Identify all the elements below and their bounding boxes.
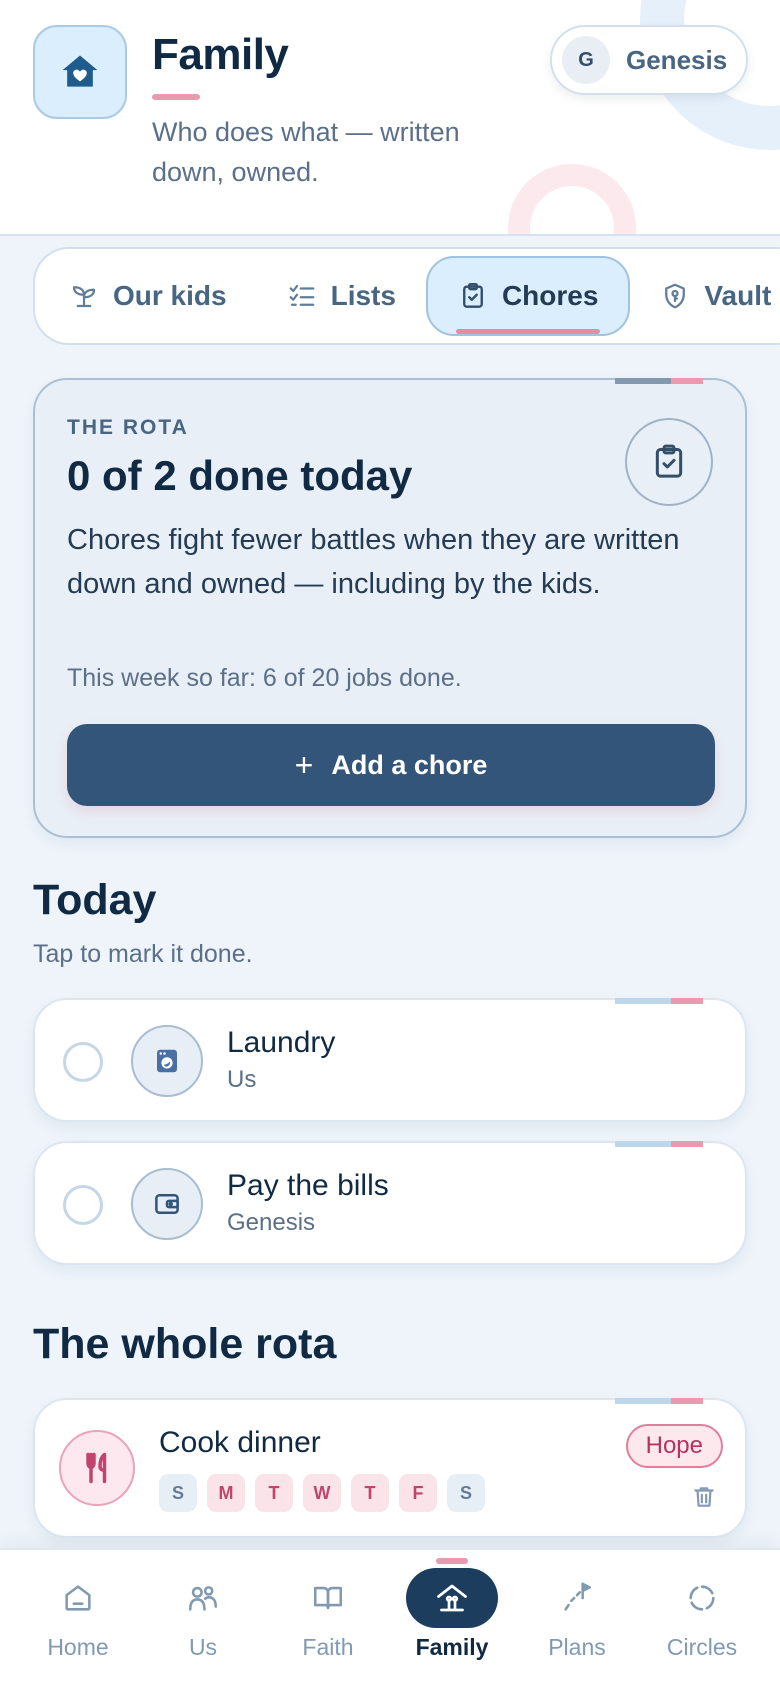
nav-active-indicator <box>406 1558 498 1628</box>
page-title: Family <box>152 30 289 79</box>
trash-icon[interactable] <box>691 1484 717 1510</box>
section-tabs: Our kids Lists Chores Vault <box>33 247 780 345</box>
tab-label: Vault <box>704 280 772 311</box>
nav-item-plans[interactable]: Plans <box>517 1568 637 1680</box>
title-underline <box>152 94 200 100</box>
nav-label: Plans <box>548 1634 606 1660</box>
sprout-icon <box>69 281 99 311</box>
plus-icon: + <box>294 746 314 783</box>
card-accent-bar <box>615 1398 703 1404</box>
page-subtitle: Who does what — written down, owned. <box>152 117 460 187</box>
wallet-icon <box>131 1168 203 1240</box>
tab-our-kids[interactable]: Our kids <box>39 256 257 336</box>
washing-machine-icon <box>131 1025 203 1097</box>
people-icon <box>186 1568 220 1628</box>
owner-badge: Hope <box>625 1424 723 1468</box>
nav-label: Faith <box>302 1634 354 1660</box>
weekday-chip-friday: F <box>399 1474 437 1512</box>
tab-chores[interactable]: Chores <box>425 256 631 336</box>
user-profile-button[interactable]: G Genesis <box>550 25 748 95</box>
nav-item-circles[interactable]: Circles <box>642 1568 762 1680</box>
add-chore-label: Add a chore <box>331 749 488 780</box>
circle-dots-icon <box>685 1568 719 1628</box>
chore-owner: Genesis <box>227 1209 316 1236</box>
whole-rota-section-title: The whole rota <box>33 1320 337 1368</box>
weekday-schedule: S M T W T F S <box>159 1474 485 1512</box>
weekday-chip-tuesday: T <box>255 1474 293 1512</box>
tab-label: Our kids <box>113 280 227 311</box>
card-accent-bar <box>615 1141 703 1147</box>
rota-chore-name: Cook dinner <box>159 1426 321 1459</box>
tab-lists[interactable]: Lists <box>257 256 426 336</box>
avatar: G <box>562 36 610 84</box>
today-section-title: Today <box>33 876 157 924</box>
weekday-chip-saturday: S <box>447 1474 485 1512</box>
nav-label: Circles <box>666 1634 738 1660</box>
weekday-chip-monday: M <box>207 1474 245 1512</box>
nav-label: Family <box>415 1634 489 1660</box>
user-name: Genesis <box>626 44 728 75</box>
chore-name: Pay the bills <box>227 1169 389 1202</box>
tab-label: Lists <box>330 280 396 311</box>
nav-item-home[interactable]: Home <box>18 1568 138 1680</box>
today-chore-item[interactable]: Pay the bills Genesis <box>33 1141 747 1265</box>
family-logo-tile <box>33 25 127 119</box>
flag-path-icon <box>560 1568 594 1628</box>
nav-item-faith[interactable]: Faith <box>268 1568 388 1680</box>
app-header: Family Who does what — written down, own… <box>0 0 780 236</box>
nav-label: Home <box>47 1634 109 1660</box>
family-home-icon <box>406 1558 498 1628</box>
chore-owner: Us <box>227 1066 257 1093</box>
add-chore-button[interactable]: + Add a chore <box>67 724 715 806</box>
clipboard-check-icon <box>625 418 713 506</box>
tab-vault[interactable]: Vault <box>630 256 780 336</box>
checklist-icon <box>287 281 317 311</box>
today-section-subtitle: Tap to mark it done. <box>33 940 253 968</box>
mark-done-checkbox[interactable] <box>63 1042 103 1082</box>
open-book-icon <box>311 1568 345 1628</box>
fork-knife-icon <box>59 1430 135 1506</box>
shield-key-icon <box>660 281 690 311</box>
card-accent-bar <box>615 378 703 384</box>
nav-label: Us <box>188 1634 218 1660</box>
decorative-ring <box>508 164 636 234</box>
rota-description: Chores fight fewer battles when they are… <box>67 524 680 600</box>
rota-list-item[interactable]: Cook dinner S M T W T F S Hope <box>33 1398 747 1538</box>
nav-item-us[interactable]: Us <box>143 1568 263 1680</box>
chore-name: Laundry <box>227 1026 336 1059</box>
weekday-chip-wednesday: W <box>303 1474 341 1512</box>
nav-item-family[interactable]: Family <box>392 1558 512 1680</box>
card-accent-bar <box>615 998 703 1004</box>
weekday-chip-sunday: S <box>159 1474 197 1512</box>
card-eyebrow: THE ROTA <box>67 416 189 439</box>
week-summary: This week so far: 6 of 20 jobs done. <box>67 664 462 692</box>
mark-done-checkbox[interactable] <box>63 1185 103 1225</box>
rota-summary-card: THE ROTA 0 of 2 done today Chores fight … <box>33 378 747 838</box>
today-chore-item[interactable]: Laundry Us <box>33 998 747 1122</box>
clipboard-check-icon <box>458 281 488 311</box>
house-heart-icon <box>62 55 98 87</box>
home-icon <box>61 1568 95 1628</box>
weekday-chip-thursday: T <box>351 1474 389 1512</box>
bottom-navigation: Home Us Faith Family Plans Circles <box>0 1548 780 1688</box>
tab-label: Chores <box>501 280 599 311</box>
rota-progress-heading: 0 of 2 done today <box>67 452 413 499</box>
